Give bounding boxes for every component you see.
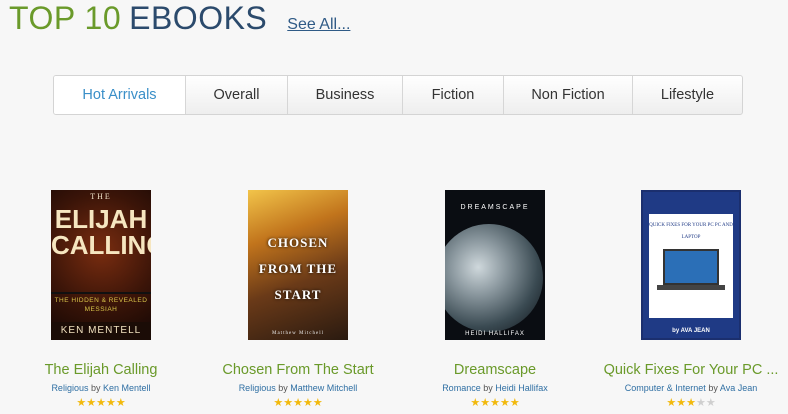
- book-meta: Religious by Matthew Mitchell: [198, 383, 398, 393]
- cover-title: DREAMSCAPE: [460, 204, 530, 211]
- book-title-link[interactable]: Dreamscape: [395, 362, 595, 378]
- star-icon: ★: [686, 397, 696, 409]
- book-category-link[interactable]: Religious: [51, 383, 88, 393]
- cover-author: by AVA JEAN: [672, 328, 710, 334]
- book-author-link[interactable]: Matthew Mitchell: [290, 383, 357, 393]
- book-author-link[interactable]: Ken Mentell: [103, 383, 151, 393]
- rating-stars: ★★★★★: [1, 398, 201, 409]
- star-icon: ★: [86, 397, 97, 409]
- star-icon: ★: [273, 397, 284, 409]
- star-icon: ★: [302, 397, 313, 409]
- moon-image: [445, 224, 543, 332]
- cover-title: CHOSEN FROM THE START: [258, 235, 338, 302]
- section-title: EBOOKS: [129, 0, 268, 36]
- book-author-link[interactable]: Heidi Hallifax: [495, 383, 548, 393]
- star-icon: ★: [499, 397, 510, 409]
- section-title-highlight: TOP 10: [9, 0, 122, 36]
- book-title-link[interactable]: The Elijah Calling: [1, 362, 201, 378]
- star-icon: ★: [96, 397, 106, 409]
- book-category-link[interactable]: Computer & Internet: [625, 383, 706, 393]
- star-icon: ★: [76, 397, 87, 409]
- tab-non-fiction[interactable]: Non Fiction: [504, 76, 633, 114]
- book-meta: Religious by Ken Mentell: [1, 383, 201, 393]
- laptop-base-icon: [657, 285, 725, 290]
- star-icon: ★: [480, 397, 491, 409]
- cover-author: Matthew Mitchell: [272, 331, 324, 336]
- rating-stars: ★★★★★: [395, 398, 595, 409]
- star-icon: ★: [293, 397, 303, 409]
- star-icon: ★: [105, 397, 116, 409]
- cover-author: HEIDI HALLIFAX: [465, 331, 525, 337]
- star-icon: ★: [115, 397, 126, 409]
- cover-title: ELIJAH CALLING: [51, 204, 151, 260]
- star-icon: ★: [312, 397, 323, 409]
- book-category-link[interactable]: Romance: [442, 383, 481, 393]
- cover-title: QUICK FIXES FOR YOUR PC PC AND LAPTOP: [649, 223, 733, 240]
- tab-lifestyle[interactable]: Lifestyle: [633, 76, 742, 114]
- star-icon: ★: [676, 397, 687, 409]
- section-header: TOP 10 EBOOKS See All...: [9, 0, 350, 40]
- cover-panel: QUICK FIXES FOR YOUR PC PC AND LAPTOP: [649, 214, 733, 318]
- star-icon: ★: [283, 397, 294, 409]
- book-meta: Romance by Heidi Hallifax: [395, 383, 595, 393]
- book-cover[interactable]: QUICK FIXES FOR YOUR PC PC AND LAPTOP by…: [641, 190, 741, 340]
- tab-overall[interactable]: Overall: [186, 76, 288, 114]
- star-icon: ★: [705, 397, 716, 409]
- book-category-link[interactable]: Religious: [239, 383, 276, 393]
- rating-stars: ★★★★★: [591, 398, 788, 409]
- cover-author: KEN MENTELL: [51, 322, 151, 340]
- book-author-link[interactable]: Ava Jean: [720, 383, 757, 393]
- cover-divider: [51, 292, 151, 294]
- book-card: THE ELIJAH CALLING THE HIDDEN & REVEALED…: [1, 190, 201, 409]
- book-cover[interactable]: THE ELIJAH CALLING THE HIDDEN & REVEALED…: [51, 190, 151, 340]
- by-label: by: [278, 383, 288, 393]
- laptop-screen-icon: [663, 249, 719, 285]
- tab-fiction[interactable]: Fiction: [403, 76, 504, 114]
- see-all-link[interactable]: See All...: [287, 16, 350, 34]
- by-label: by: [483, 383, 493, 393]
- star-icon: ★: [695, 397, 706, 409]
- tab-business[interactable]: Business: [288, 76, 403, 114]
- book-card: CHOSEN FROM THE START Matthew Mitchell C…: [198, 190, 398, 409]
- cover-text: THE: [90, 192, 112, 201]
- star-icon: ★: [470, 397, 481, 409]
- book-cover[interactable]: CHOSEN FROM THE START Matthew Mitchell: [248, 190, 348, 340]
- star-icon: ★: [666, 397, 677, 409]
- by-label: by: [90, 383, 101, 393]
- category-tabs: Hot Arrivals Overall Business Fiction No…: [53, 75, 743, 115]
- star-icon: ★: [490, 397, 500, 409]
- book-title-link[interactable]: Quick Fixes For Your PC ...: [591, 362, 788, 378]
- by-label: by: [708, 383, 718, 393]
- rating-stars: ★★★★★: [198, 398, 398, 409]
- book-card: QUICK FIXES FOR YOUR PC PC AND LAPTOP by…: [591, 190, 788, 409]
- cover-subtitle: THE HIDDEN & REVEALED MESSIAH: [54, 297, 148, 313]
- book-meta: Computer & Internet by Ava Jean: [591, 383, 788, 393]
- tab-hot-arrivals[interactable]: Hot Arrivals: [54, 76, 186, 114]
- book-cover[interactable]: DREAMSCAPE HEIDI HALLIFAX: [445, 190, 545, 340]
- book-title-link[interactable]: Chosen From The Start: [198, 362, 398, 378]
- star-icon: ★: [509, 397, 520, 409]
- book-card: DREAMSCAPE HEIDI HALLIFAX Dreamscape Rom…: [395, 190, 595, 409]
